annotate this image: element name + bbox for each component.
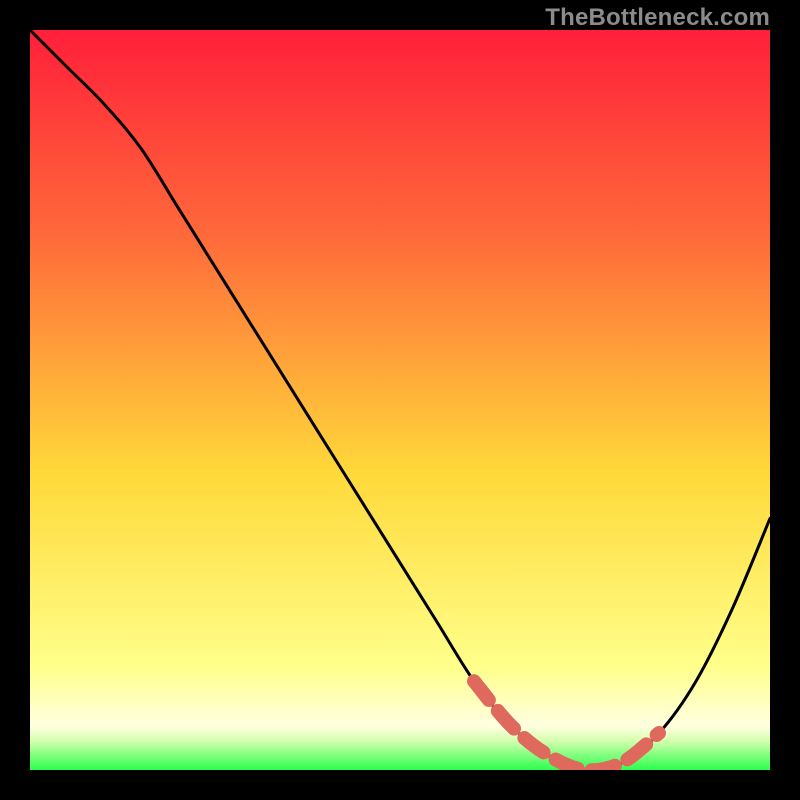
gradient-background [30, 30, 770, 770]
bottleneck-chart [30, 30, 770, 770]
plot-area [30, 30, 770, 770]
watermark-label: TheBottleneck.com [545, 4, 770, 32]
chart-frame: TheBottleneck.com [0, 0, 800, 800]
